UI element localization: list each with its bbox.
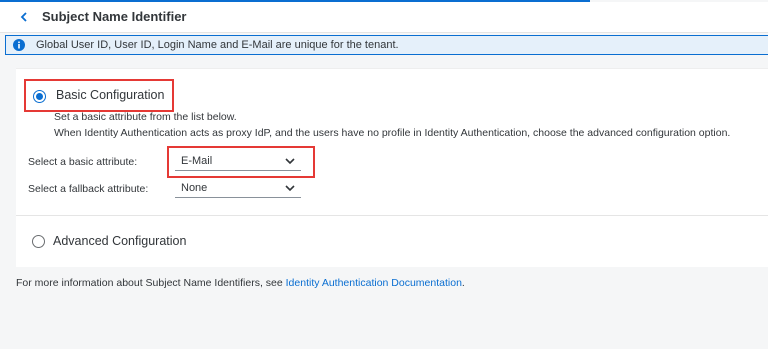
page-title: Subject Name Identifier [42,9,187,24]
basic-description-line1: Set a basic attribute from the list belo… [54,111,237,123]
basic-configuration-label[interactable]: Basic Configuration [56,88,164,102]
footer-text: For more information about Subject Name … [16,277,286,289]
basic-attribute-label: Select a basic attribute: [28,156,138,168]
fallback-attribute-select[interactable]: None [175,179,301,198]
info-message-strip: Global User ID, User ID, Login Name and … [5,35,768,55]
configuration-panel: Basic Configuration Set a basic attribut… [16,68,768,267]
footer-suffix: . [461,277,465,289]
basic-attribute-value: E-Mail [181,155,213,167]
advanced-configuration-label[interactable]: Advanced Configuration [53,234,186,248]
page-header: Subject Name Identifier [0,2,768,33]
chevron-left-icon [20,12,27,22]
basic-configuration-radio[interactable] [33,90,46,103]
basic-description-line2: When Identity Authentication acts as pro… [54,127,731,139]
back-button[interactable] [14,7,34,27]
footer-help-text: For more information about Subject Name … [16,277,465,289]
fallback-attribute-value: None [181,182,208,194]
chevron-down-icon [285,158,295,165]
section-divider [16,215,768,216]
info-message-text: Global User ID, User ID, Login Name and … [36,39,399,51]
info-icon [13,39,25,51]
basic-attribute-select[interactable]: E-Mail [175,152,301,171]
chevron-down-icon [285,185,295,192]
advanced-configuration-radio[interactable] [32,235,45,248]
fallback-attribute-label: Select a fallback attribute: [28,183,149,195]
documentation-link[interactable]: Identity Authentication Documentation [286,277,462,289]
